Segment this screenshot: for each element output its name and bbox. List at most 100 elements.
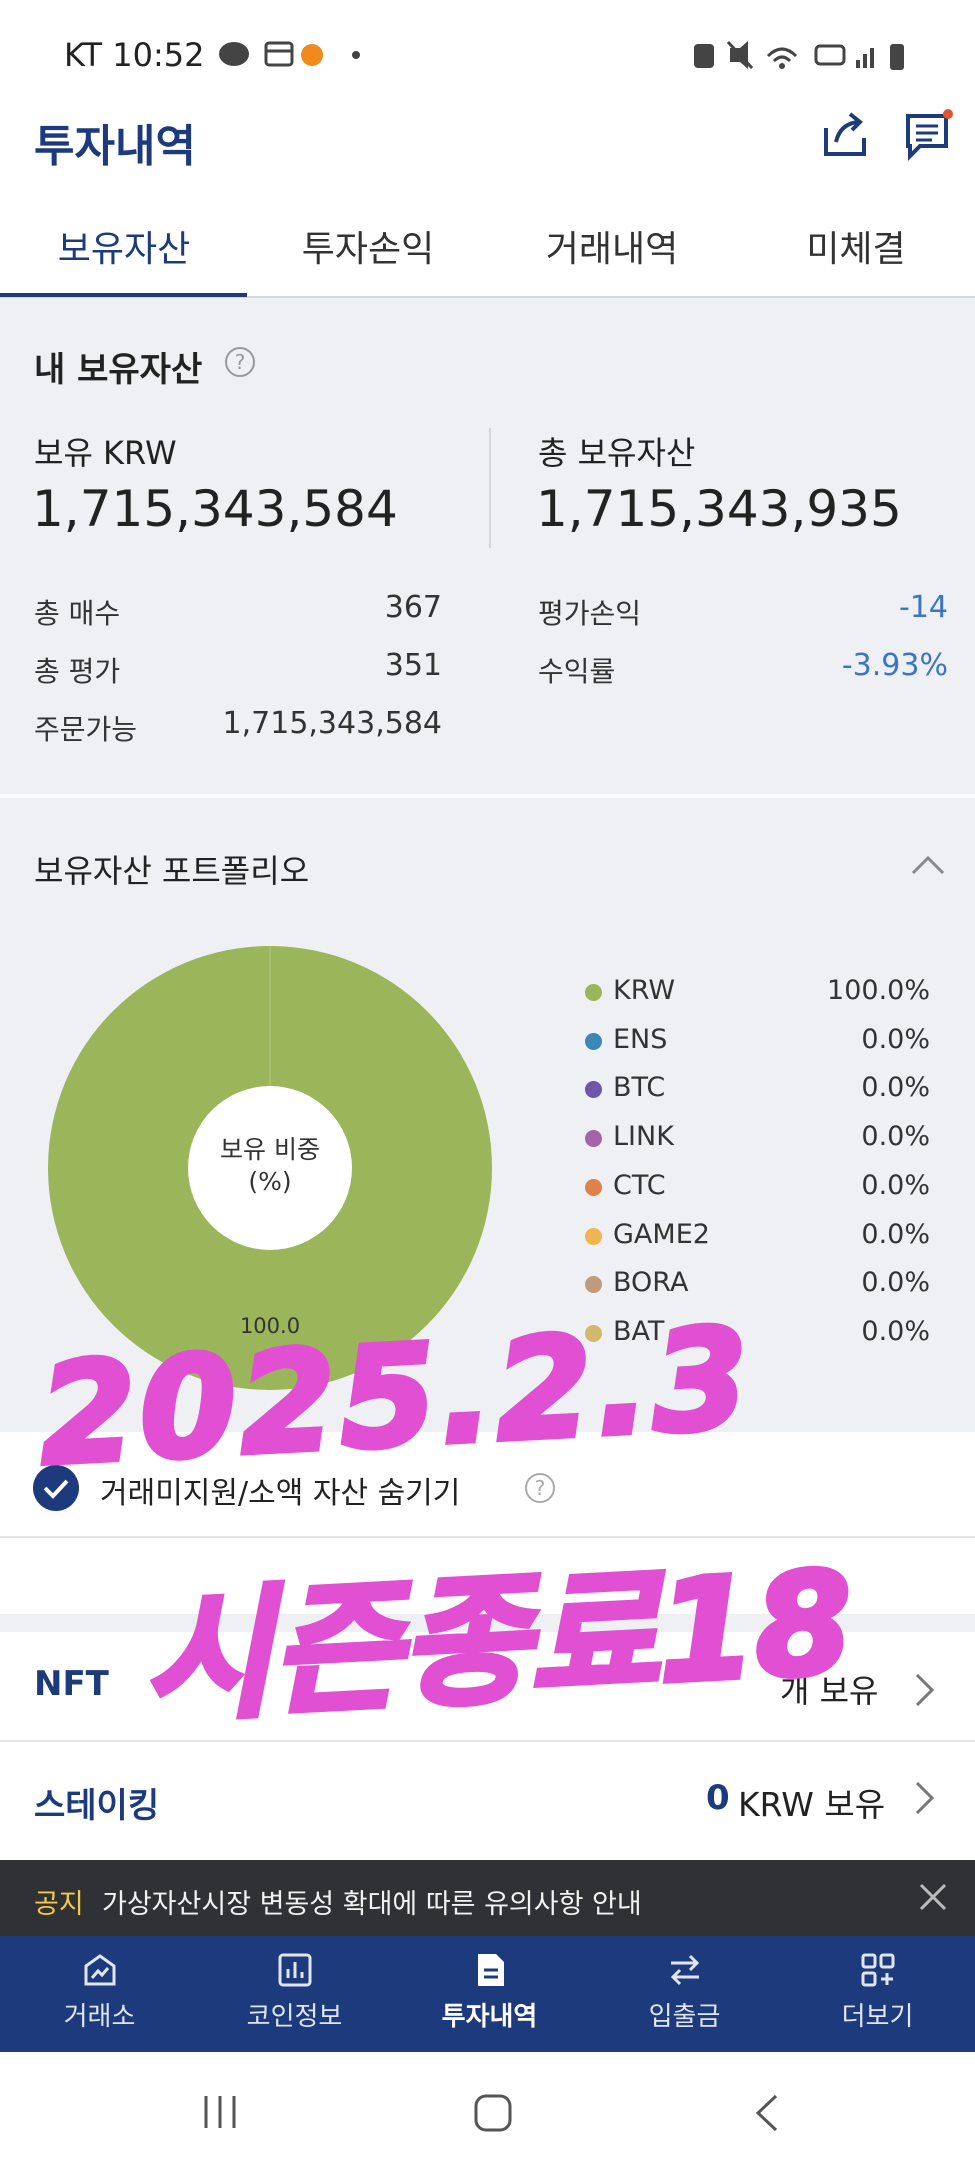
hide-small-label[interactable]: 거래미지원/소액 자산 숨기기 bbox=[100, 1468, 460, 1512]
eval-pl-value: -14 bbox=[899, 590, 948, 625]
more-grid-icon bbox=[861, 1953, 894, 1987]
group-gap bbox=[0, 1614, 975, 1632]
nav-investments[interactable]: 투자내역 bbox=[392, 1950, 587, 2033]
nft-value: 개 보유 bbox=[780, 1672, 879, 1710]
legend-item: GAME2 0.0% bbox=[585, 1217, 930, 1257]
eval-pl-label: 평가손익 bbox=[538, 597, 642, 630]
donut-center-label-2: (%) bbox=[248, 1167, 291, 1196]
recent-apps-icon[interactable] bbox=[200, 2092, 242, 2132]
staking-amount: 0 bbox=[706, 1778, 730, 1818]
total-buy-value: 367 bbox=[384, 590, 442, 625]
transfer-icon bbox=[670, 1954, 699, 1986]
chat-icon[interactable] bbox=[902, 108, 956, 162]
notification-icons bbox=[219, 41, 323, 67]
chart-icon bbox=[278, 1953, 311, 1987]
tab-pending-orders[interactable]: 미체결 bbox=[734, 220, 975, 272]
legend-color-dot bbox=[585, 984, 602, 1001]
close-icon[interactable] bbox=[918, 1882, 948, 1912]
nav-coin-info-label: 코인정보 bbox=[246, 2002, 343, 2032]
donut-center-label-1: 보유 비중 bbox=[220, 1135, 320, 1164]
krw-value: 1,715,343,584 bbox=[32, 480, 398, 538]
legend-color-dot bbox=[585, 1276, 602, 1294]
legend-color-dot bbox=[585, 1130, 602, 1148]
legend-name: LINK bbox=[613, 1121, 674, 1153]
tab-transactions[interactable]: 거래내역 bbox=[490, 220, 734, 272]
notice-tag: 공지 bbox=[34, 1889, 84, 1920]
portfolio-title: 보유자산 포트폴리오 bbox=[34, 852, 310, 890]
legend-name: ENS bbox=[613, 1023, 668, 1055]
total-eval-value: 351 bbox=[384, 648, 442, 683]
more-notifications-dot bbox=[352, 51, 360, 59]
nav-deposit-withdraw[interactable]: 입출금 bbox=[587, 1950, 782, 2033]
legend-value: 0.0% bbox=[861, 1121, 930, 1153]
nav-more-label: 더보기 bbox=[841, 2002, 914, 2032]
notice-text[interactable]: 가상자산시장 변동성 확대에 따른 유의사항 안내 bbox=[102, 1882, 642, 1921]
legend-name: BORA bbox=[613, 1267, 689, 1299]
help-icon[interactable]: ? bbox=[224, 346, 256, 378]
holdings-title: 내 보유자산 bbox=[34, 350, 203, 390]
chevron-right-icon bbox=[915, 1673, 935, 1707]
active-tab-indicator bbox=[0, 293, 247, 297]
legend-value: 0.0% bbox=[861, 1169, 930, 1201]
status-time: KT 10:52 bbox=[64, 36, 205, 74]
tab-holdings[interactable]: 보유자산 bbox=[2, 220, 246, 272]
krw-label: 보유 KRW bbox=[34, 434, 177, 472]
staking-unit: KRW 보유 bbox=[738, 1785, 886, 1824]
nav-more[interactable]: 더보기 bbox=[780, 1950, 975, 2033]
legend-item: BORA 0.0% bbox=[585, 1265, 930, 1305]
legend-color-dot bbox=[585, 1324, 602, 1342]
legend-color-dot bbox=[585, 1227, 602, 1245]
total-eval-label: 총 평가 bbox=[34, 655, 121, 688]
total-assets-label: 총 보유자산 bbox=[538, 434, 696, 472]
page-title: 투자내역 bbox=[34, 121, 196, 172]
legend-name: KRW bbox=[613, 975, 676, 1006]
legend-color-dot bbox=[585, 1032, 602, 1050]
system-status-icons bbox=[694, 40, 904, 70]
legend-color-dot bbox=[585, 1178, 602, 1196]
legend-item: BAT 0.0% bbox=[585, 1314, 930, 1354]
legend-color-dot bbox=[585, 1081, 602, 1099]
hide-small-checkbox[interactable] bbox=[32, 1464, 80, 1512]
tab-profit-loss[interactable]: 투자손익 bbox=[246, 220, 490, 272]
legend-value: 0.0% bbox=[861, 1267, 930, 1299]
nav-exchange[interactable]: 거래소 bbox=[2, 1950, 197, 2033]
legend-item: ENS 0.0% bbox=[585, 1022, 930, 1062]
donut-data-label: 100.0 bbox=[240, 1314, 300, 1338]
share-icon[interactable] bbox=[818, 108, 872, 162]
nav-deposit-withdraw-label: 입출금 bbox=[648, 2002, 721, 2032]
portfolio-donut-chart: 보유 비중 (%) 100.0 bbox=[48, 946, 492, 1390]
nav-coin-info[interactable]: 코인정보 bbox=[197, 1950, 392, 2033]
legend-value: 0.0% bbox=[861, 1315, 930, 1347]
return-rate-label: 수익률 bbox=[538, 655, 616, 688]
column-divider bbox=[489, 428, 491, 548]
legend-item: BTC 0.0% bbox=[585, 1070, 930, 1110]
back-icon[interactable] bbox=[752, 2092, 782, 2134]
home-icon[interactable] bbox=[472, 2092, 514, 2134]
nft-title: NFT bbox=[34, 1664, 109, 1704]
legend-name: BTC bbox=[613, 1072, 666, 1104]
staking-title: 스테이킹 bbox=[34, 1786, 160, 1826]
svg-text:?: ? bbox=[535, 1476, 546, 1500]
legend-name: CTC bbox=[613, 1169, 666, 1201]
legend-item: CTC 0.0% bbox=[585, 1168, 930, 1208]
chevron-up-icon[interactable] bbox=[910, 852, 946, 876]
nav-exchange-label: 거래소 bbox=[63, 2002, 136, 2032]
chevron-right-icon bbox=[915, 1781, 935, 1815]
svg-text:?: ? bbox=[235, 350, 246, 374]
section-divider bbox=[0, 794, 975, 798]
legend-value: 0.0% bbox=[861, 1023, 930, 1055]
nav-investments-label: 투자내역 bbox=[441, 2002, 538, 2032]
total-buy-label: 총 매수 bbox=[34, 597, 121, 630]
spacer-row bbox=[0, 1538, 975, 1614]
legend-name: BAT bbox=[613, 1315, 665, 1347]
orderable-value: 1,715,343,584 bbox=[222, 706, 442, 741]
legend-value: 0.0% bbox=[861, 1072, 930, 1104]
orderable-label: 주문가능 bbox=[34, 713, 138, 746]
return-rate-value: -3.93% bbox=[841, 648, 948, 683]
help-icon-small[interactable]: ? bbox=[524, 1472, 556, 1504]
exchange-icon bbox=[84, 1954, 115, 1986]
legend-value: 100.0% bbox=[827, 975, 930, 1006]
document-icon bbox=[477, 1954, 504, 1986]
total-assets-value: 1,715,343,935 bbox=[536, 480, 902, 538]
legend-value: 0.0% bbox=[861, 1218, 930, 1250]
